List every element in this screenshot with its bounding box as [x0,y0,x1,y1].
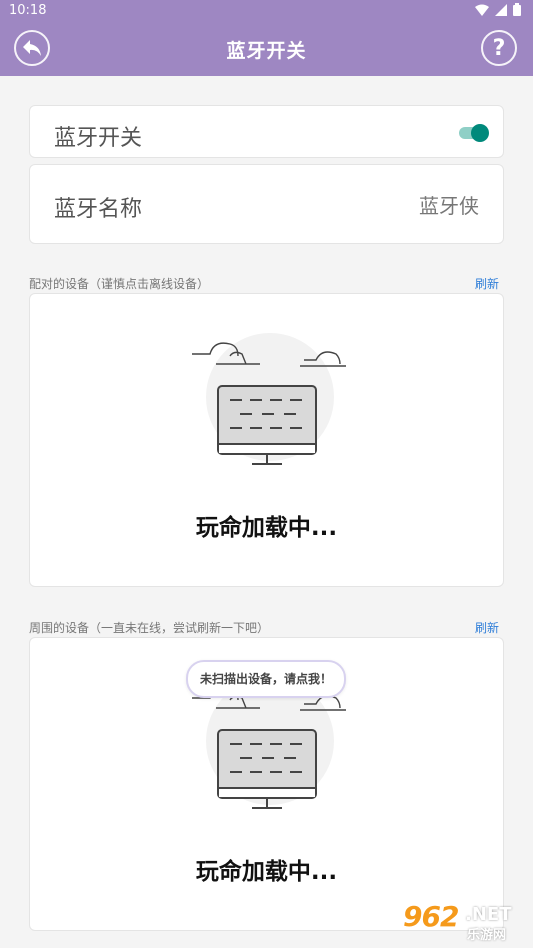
paired-loading-text: 玩命加载中... [195,515,338,541]
computer-cloud-illustration [192,333,346,465]
wifi-icon [475,4,489,16]
nearby-refresh-link[interactable]: 刷新 [475,619,499,636]
watermark-sub: 乐游网 [467,928,507,943]
bluetooth-switch-row: 蓝牙开关 [29,105,504,158]
bluetooth-switch-label: 蓝牙开关 [54,126,143,151]
nearby-devices-label: 周围的设备（一直未在线，尝试刷新一下吧） [29,621,270,635]
bluetooth-name-label: 蓝牙名称 [54,197,143,222]
status-icons [475,3,521,16]
status-bar: 10:18 [0,0,533,22]
question-mark-icon: ? [492,35,506,61]
help-button[interactable]: ? [481,30,517,66]
paired-devices-label: 配对的设备（谨慎点击离线设备） [29,277,210,291]
signal-icon [495,3,507,16]
scan-tooltip-button[interactable]: 未扫描出设备，请点我！ [186,660,346,698]
watermark-logo: 962 [403,900,459,933]
paired-devices-card: 玩命加载中... [29,293,504,587]
bluetooth-toggle[interactable] [459,124,489,142]
battery-icon [513,3,521,16]
nearby-loading-text: 玩命加载中... [195,859,338,885]
page-title: 蓝牙开关 [226,40,307,62]
bluetooth-name-value: 蓝牙侠 [419,194,479,218]
paired-refresh-link[interactable]: 刷新 [475,275,499,292]
status-time: 10:18 [9,3,47,18]
bluetooth-name-row[interactable]: 蓝牙名称 蓝牙侠 [29,164,504,244]
app-bar: 蓝牙开关 ? [0,22,533,76]
watermark-net: .NET [465,904,512,925]
site-watermark: 962 .NET 乐游网 [399,900,527,943]
